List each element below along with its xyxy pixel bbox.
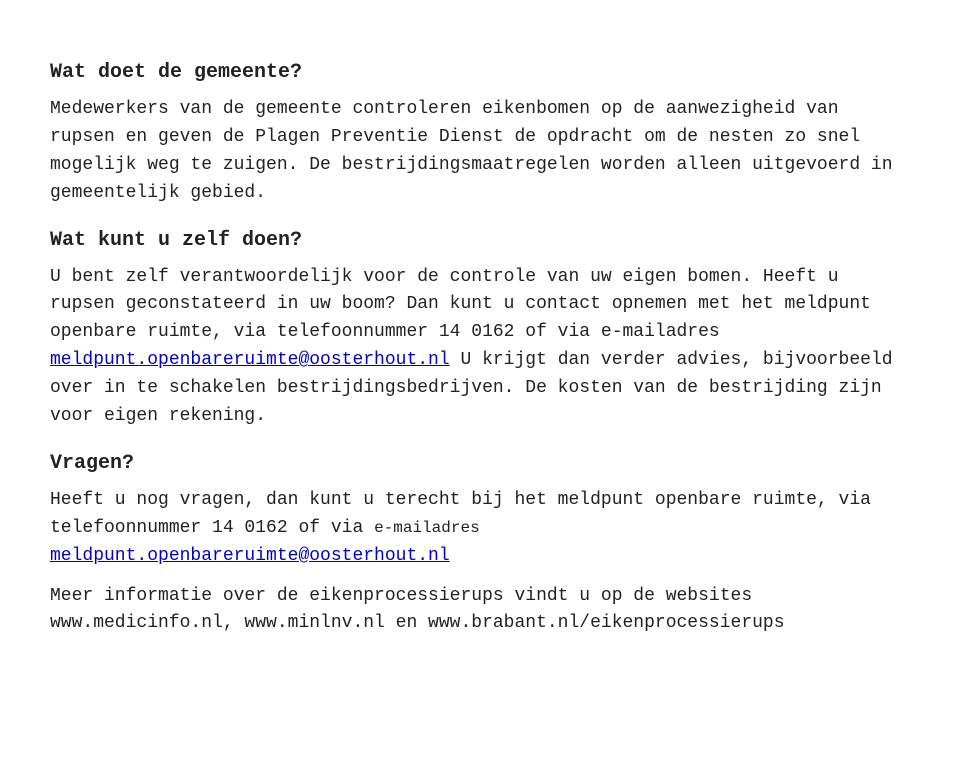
paragraph-meer-info: Meer informatie over de eikenprocessieru… <box>50 583 910 639</box>
paragraph-zelf: U bent zelf verantwoordelijk voor de con… <box>50 264 910 431</box>
paragraph-vragen: Heeft u nog vragen, dan kunt u terecht b… <box>50 487 910 571</box>
paragraph-gemeente: Medewerkers van de gemeente controleren … <box>50 96 910 208</box>
paragraph-vragen-emailadres: e-mailadres <box>374 519 480 537</box>
heading-vragen: Vragen? <box>50 449 910 479</box>
section-gemeente: Wat doet de gemeente? Medewerkers van de… <box>50 58 910 208</box>
heading-zelf: Wat kunt u zelf doen? <box>50 226 910 256</box>
email-link-1[interactable]: meldpunt.openbareruimte@oosterhout.nl <box>50 350 450 370</box>
main-content: Wat doet de gemeente? Medewerkers van de… <box>50 58 910 638</box>
section-vragen: Vragen? Heeft u nog vragen, dan kunt u t… <box>50 449 910 638</box>
email-link-2[interactable]: meldpunt.openbareruimte@oosterhout.nl <box>50 546 450 566</box>
heading-gemeente: Wat doet de gemeente? <box>50 58 910 88</box>
paragraph-zelf-text1: U bent zelf verantwoordelijk voor de con… <box>50 267 871 343</box>
section-zelf: Wat kunt u zelf doen? U bent zelf verant… <box>50 226 910 431</box>
